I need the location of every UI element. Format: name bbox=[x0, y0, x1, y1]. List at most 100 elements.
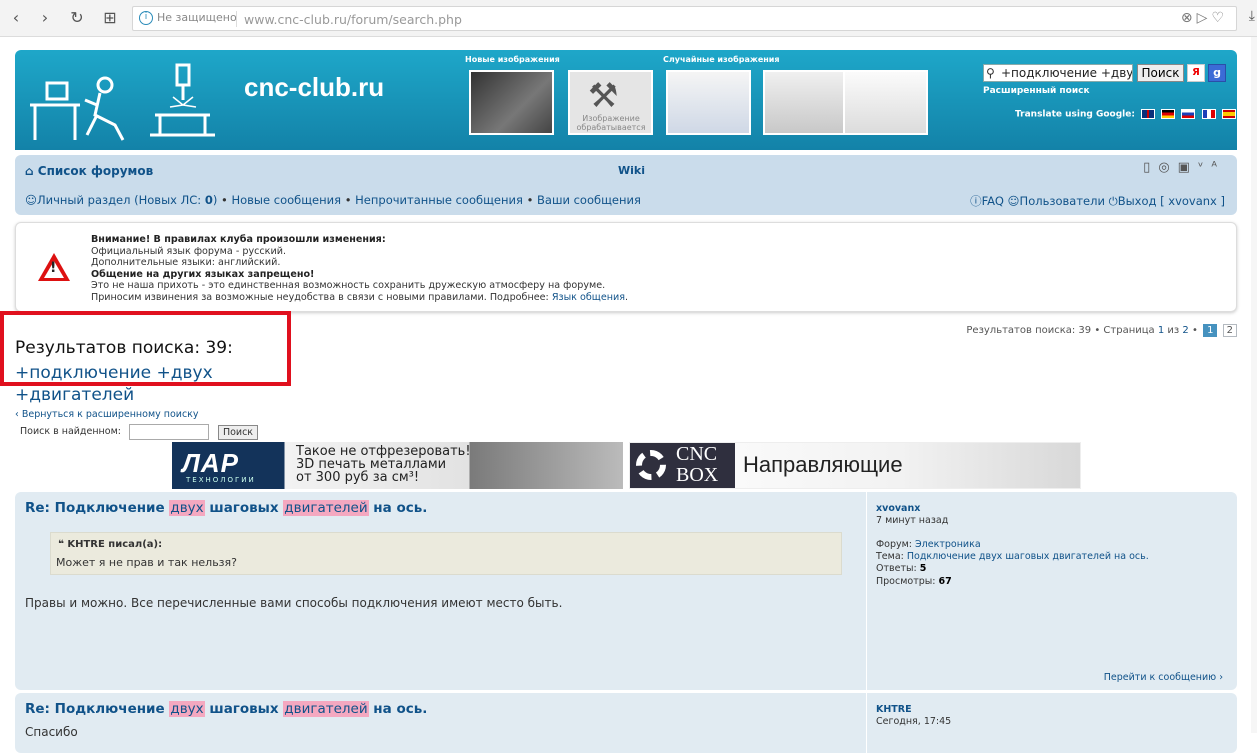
wiki-link[interactable]: Wiki bbox=[618, 164, 645, 177]
logo-illustration bbox=[30, 63, 215, 141]
heart-icon[interactable]: ♡ bbox=[1211, 10, 1228, 26]
browser-toolbar: ‹ › ↻ ⊞ i Не защищено www.cnc-club.ru/for… bbox=[0, 0, 1257, 37]
rss-icon[interactable]: ◎ bbox=[1158, 160, 1177, 175]
site-name[interactable]: cnc-club.ru bbox=[244, 72, 384, 103]
power-icon: ⏻ bbox=[1108, 194, 1118, 208]
page-button-2[interactable]: 2 bbox=[1222, 324, 1237, 337]
search-highlight: двигателей bbox=[283, 701, 369, 717]
goto-post-link[interactable]: Перейти к сообщению › bbox=[1104, 672, 1223, 683]
user-nav: ☺Личный раздел (Новых ЛС: 0) • Новые соо… bbox=[25, 193, 641, 207]
notice-line: Официальный язык форума - русский. bbox=[91, 245, 286, 257]
post-title-link[interactable]: Re: Подключение двух шаговых двигателей … bbox=[25, 500, 427, 516]
block-icon[interactable]: ⊗ bbox=[1181, 10, 1197, 26]
quote-author: ❝ KHTRE писал(а): bbox=[58, 539, 163, 550]
image-icon[interactable]: ▣ bbox=[1178, 160, 1198, 175]
post-quote: ❝ KHTRE писал(а): Может я не прав и так … bbox=[50, 532, 842, 575]
banner-text: Направляющие bbox=[743, 452, 903, 477]
gallery-thumbnail[interactable] bbox=[763, 70, 848, 135]
notice-line: Это не наша прихоть - это единственная в… bbox=[91, 280, 606, 292]
header-search-input[interactable]: ⚲ +подключение +двух bbox=[983, 64, 1133, 82]
unread-posts-link[interactable]: Непрочитанные сообщения bbox=[355, 193, 523, 207]
user-actions: ⓘFAQ ☺Пользователи ⏻Выход [ xvovanx ] bbox=[970, 193, 1225, 209]
search-icon: ⚲ bbox=[986, 66, 995, 80]
page-scrollbar[interactable] bbox=[1251, 37, 1257, 733]
advanced-search-link[interactable]: Расширенный поиск bbox=[983, 86, 1090, 96]
your-posts-link[interactable]: Ваши сообщения bbox=[537, 193, 641, 207]
back-icon[interactable]: ‹ bbox=[6, 8, 26, 28]
notice-text: Внимание! В правилах клуба произошли изм… bbox=[91, 234, 629, 303]
reload-icon[interactable]: ↻ bbox=[67, 8, 87, 28]
gallery-thumbnail[interactable] bbox=[843, 70, 928, 135]
views-count: 67 bbox=[938, 575, 952, 587]
security-indicator[interactable]: i Не защищено bbox=[139, 11, 237, 25]
flag-en-icon[interactable] bbox=[1141, 109, 1156, 119]
post-details: Форум: Электроника Тема: Подключение дву… bbox=[876, 539, 1149, 587]
search-highlight: двух bbox=[169, 701, 205, 717]
flag-de-icon[interactable] bbox=[1161, 109, 1176, 119]
post-meta: xvovanx 7 минут назад Форум: Электроника… bbox=[866, 492, 1226, 690]
chevron-left-icon: ‹ bbox=[15, 409, 22, 420]
faq-link[interactable]: ⓘFAQ bbox=[970, 194, 1004, 208]
address-bar[interactable]: i Не защищено www.cnc-club.ru/forum/searc… bbox=[132, 6, 1237, 31]
forum-navbar: ⌂ Список форумов Wiki ▯◎▣ᵛᴬ ☺Личный разд… bbox=[15, 155, 1237, 215]
font-size-icon[interactable]: ᵛᴬ bbox=[1198, 160, 1225, 175]
help-icon: ⓘ bbox=[970, 194, 982, 208]
post-author-link[interactable]: KHTRE bbox=[876, 704, 912, 715]
post-time: Сегодня, 17:45 bbox=[876, 716, 952, 727]
url-text[interactable]: www.cnc-club.ru/forum/search.php bbox=[244, 12, 462, 27]
send-icon[interactable]: ▷ bbox=[1197, 10, 1212, 26]
notice-warning: Общение на других языках запрещено! bbox=[91, 268, 315, 280]
nav-icons: ▯◎▣ᵛᴬ bbox=[1143, 160, 1225, 175]
gallery-thumbnail-processing[interactable]: ⚒ Изображение обрабатывается bbox=[568, 70, 653, 135]
gallery-thumbnail[interactable] bbox=[666, 70, 751, 135]
banner-text: Такое не отфрезеровать! 3D печать металл… bbox=[296, 444, 471, 485]
forum-link[interactable]: Электроника bbox=[915, 539, 981, 550]
users-link[interactable]: ☺Пользователи bbox=[1008, 194, 1105, 208]
url-actions: ⊗▷♡ bbox=[1181, 10, 1228, 26]
banner-logo: ЛАР bbox=[182, 448, 239, 478]
new-posts-link[interactable]: Новые сообщения bbox=[231, 193, 341, 207]
google-search-icon[interactable]: g bbox=[1208, 64, 1226, 82]
random-images-caption: Случайные изображения bbox=[663, 55, 780, 64]
yandex-search-icon[interactable]: Я bbox=[1187, 64, 1205, 82]
post-time: 7 минут назад bbox=[876, 515, 949, 526]
notice-line: Дополнительные языки: английский. bbox=[91, 257, 281, 269]
ad-banner-3d-printing[interactable]: ЛАР ТЕХНОЛОГИИ Такое не отфрезеровать! 3… bbox=[172, 442, 623, 489]
flag-es-icon[interactable] bbox=[1221, 109, 1236, 119]
flag-fr-icon[interactable] bbox=[1201, 109, 1216, 119]
warning-icon-mark: ! bbox=[50, 260, 57, 276]
search-result-post: Re: Подключение двух шаговых двигателей … bbox=[15, 693, 1237, 753]
post-body: Спасибо bbox=[25, 725, 78, 739]
info-icon: i bbox=[139, 11, 153, 25]
post-author-link[interactable]: xvovanx bbox=[876, 503, 920, 514]
quote-icon: ❝ bbox=[58, 539, 68, 550]
flag-ru-icon[interactable] bbox=[1181, 109, 1196, 119]
search-highlight: двигателей bbox=[283, 500, 369, 516]
user-icon: ☺ bbox=[25, 193, 37, 207]
ad-banner-cncbox[interactable]: CNC BOX Направляющие bbox=[629, 442, 1081, 489]
post-meta: KHTRE Сегодня, 17:45 bbox=[866, 693, 1226, 753]
back-to-advanced-search-link[interactable]: ‹ Вернуться к расширенному поиску bbox=[15, 409, 199, 420]
post-title-link[interactable]: Re: Подключение двух шаговых двигателей … bbox=[25, 701, 427, 717]
url-separator bbox=[236, 11, 237, 27]
apps-grid-icon[interactable]: ⊞ bbox=[100, 8, 120, 28]
gallery-thumbnail[interactable] bbox=[469, 70, 554, 135]
highlight-frame bbox=[0, 311, 291, 386]
download-icon[interactable]: ⤓ bbox=[1249, 8, 1255, 24]
forward-icon[interactable]: › bbox=[35, 8, 55, 28]
search-result-post: Re: Подключение двух шаговых двигателей … bbox=[15, 492, 1237, 690]
chevron-right-icon: › bbox=[1216, 672, 1223, 683]
language-rules-link[interactable]: Язык общения bbox=[552, 292, 625, 303]
home-icon: ⌂ bbox=[25, 164, 38, 178]
mobile-icon[interactable]: ▯ bbox=[1143, 160, 1158, 175]
forum-list-link[interactable]: ⌂ Список форумов bbox=[25, 164, 153, 178]
page-button-1[interactable]: 1 bbox=[1203, 324, 1218, 337]
new-images-caption: Новые изображения bbox=[465, 55, 560, 64]
header-search-button[interactable]: Поиск bbox=[1137, 64, 1184, 82]
search-in-results-input[interactable] bbox=[129, 424, 209, 440]
topic-link[interactable]: Подключение двух шаговых двигателей на о… bbox=[907, 551, 1149, 562]
personal-section-link[interactable]: Личный раздел (Новых ЛС: 0) bbox=[37, 193, 217, 207]
logout-link[interactable]: ⏻Выход [ xvovanx ] bbox=[1109, 194, 1225, 208]
gear-icon bbox=[636, 450, 666, 480]
search-in-results-button[interactable]: Поиск bbox=[218, 425, 258, 440]
